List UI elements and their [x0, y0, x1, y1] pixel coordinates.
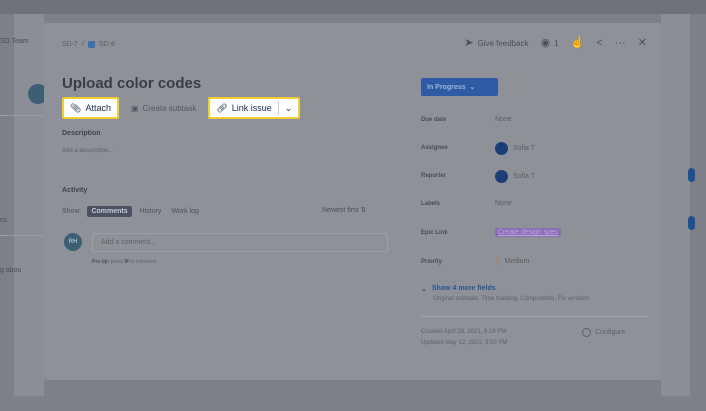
assignee-name: Sofia T	[513, 145, 536, 152]
link-issue-group: 🔗︎ Link issue ⌄	[208, 97, 301, 119]
pro-tip-suffix: to comment	[130, 259, 157, 265]
labels-value: None	[495, 200, 512, 207]
status-label: In Progress	[427, 83, 466, 91]
link-issue-button[interactable]: 🔗︎ Link issue	[210, 99, 277, 117]
avatar: RH	[64, 233, 82, 251]
field-label-epic-link: Epic Link	[421, 230, 448, 236]
field-label-reporter: Reporter	[421, 173, 447, 179]
megaphone-icon: ➤	[464, 37, 474, 49]
attach-button[interactable]: 📎︎ Attach	[62, 97, 119, 119]
more-icon[interactable]: ···	[615, 38, 626, 49]
pro-tip-prefix: Pro tip:	[92, 259, 110, 265]
field-value-priority[interactable]: ↑ Medium	[495, 256, 529, 266]
link-issue-label: Link issue	[231, 103, 272, 113]
eye-icon: ◉	[540, 37, 551, 49]
avatar	[495, 170, 508, 183]
field-value-assignee[interactable]: Sofia T	[495, 142, 535, 155]
show-more-label: Show 4 more fields	[431, 285, 496, 292]
issue-dates: Created April 28, 2021, 6:16 PM Updated …	[421, 327, 507, 349]
breadcrumb-issue[interactable]: SD-8	[99, 41, 115, 48]
watch-button[interactable]: ◉ 1	[541, 38, 559, 49]
activity-filter: Show: Comments History Work log	[62, 206, 201, 217]
avatar	[495, 142, 508, 155]
tab-history[interactable]: History	[138, 206, 164, 217]
chevron-down-icon: ⌄	[469, 84, 476, 91]
epic-link[interactable]: Create design spec	[495, 228, 562, 237]
pro-tip-press: press	[110, 259, 124, 265]
field-label-assignee: Assignee	[421, 145, 448, 151]
due-date-value: None	[495, 116, 512, 123]
bg-sidebar-label: ns	[0, 217, 8, 224]
issue-toolbar: 📎︎ Attach ▣ Create subtask 🔗︎ Link issue…	[62, 97, 301, 119]
app-right-panel	[661, 14, 690, 396]
field-label-due-date: Due date	[421, 117, 447, 123]
app-left-panel	[14, 14, 44, 396]
show-more-fields[interactable]: ⌄ Show 4 more fields	[421, 285, 496, 293]
tab-comments[interactable]: Comments	[87, 206, 132, 217]
app-top-bar	[0, 0, 706, 14]
attach-label: Attach	[85, 103, 111, 113]
breadcrumb: SD-7 / SD-8	[62, 41, 115, 48]
configure-button[interactable]: Configure	[582, 328, 625, 337]
issue-title[interactable]: Upload color codes	[62, 75, 201, 92]
breadcrumb-separator: /	[81, 41, 84, 48]
watch-count: 1	[554, 39, 559, 48]
comment-input[interactable]: Add a comment...	[92, 233, 388, 252]
sort-toggle[interactable]: Newest first ⇅	[322, 206, 366, 214]
field-value-reporter[interactable]: Sofia T	[495, 170, 535, 183]
modal-top-actions: ➤ Give feedback ◉ 1 ☝ < ··· ✕	[464, 38, 647, 49]
field-label-priority: Priority	[421, 259, 443, 265]
bg-sidebar-label: SD Team	[0, 38, 29, 45]
thumbs-up-icon[interactable]: ☝	[571, 38, 585, 49]
bg-divider	[0, 115, 44, 116]
description-heading: Description	[62, 130, 101, 137]
create-subtask-label: Create subtask	[142, 103, 197, 113]
description-placeholder[interactable]: Add a description...	[62, 148, 113, 154]
chevron-down-icon[interactable]: ⌄	[279, 103, 299, 114]
chevron-down-icon: ⌄	[421, 286, 427, 293]
link-icon: 🔗︎	[216, 102, 228, 113]
created-date: Created April 28, 2021, 6:16 PM	[421, 329, 507, 335]
show-label: Show:	[62, 208, 82, 215]
gear-icon	[582, 328, 591, 337]
divider	[421, 316, 647, 317]
more-fields-list: Original estimate, Time tracking, Compon…	[433, 296, 590, 302]
priority-value: Medium	[504, 257, 530, 265]
paperclip-icon: 📎︎	[70, 102, 82, 113]
give-feedback-label: Give feedback	[477, 39, 529, 48]
status-dropdown[interactable]: In Progress ⌄	[421, 78, 498, 96]
share-icon[interactable]: <	[596, 38, 602, 49]
field-label-labels: Labels	[421, 201, 441, 207]
pro-tip: Pro tip: press M to comment	[92, 259, 156, 265]
issue-modal: SD-7 / SD-8 ➤ Give feedback ◉ 1 ☝ < ··· …	[44, 23, 661, 380]
bg-sidebar-label: g abou	[0, 267, 22, 274]
bg-divider	[0, 235, 44, 236]
give-feedback-button[interactable]: ➤ Give feedback	[464, 38, 528, 49]
field-value-labels[interactable]: None	[495, 200, 512, 207]
configure-label: Configure	[595, 329, 626, 336]
field-value-due-date[interactable]: None	[495, 116, 512, 123]
field-value-epic-link[interactable]: Create design spec	[495, 228, 562, 237]
pro-tip-key: M	[124, 259, 129, 265]
create-subtask-button[interactable]: ▣ Create subtask	[127, 97, 200, 119]
reporter-name: Sofia T	[513, 173, 536, 180]
tab-work-log[interactable]: Work log	[169, 206, 201, 217]
activity-heading: Activity	[62, 187, 88, 194]
bg-indicator	[688, 168, 695, 182]
task-type-icon	[87, 41, 95, 48]
bg-indicator	[688, 216, 695, 230]
subtask-icon: ▣	[130, 103, 139, 113]
priority-arrow-icon: ↑	[495, 256, 500, 266]
breadcrumb-parent[interactable]: SD-7	[62, 41, 78, 48]
close-icon[interactable]: ✕	[638, 38, 647, 49]
updated-date: Updated May 12, 2021, 3:00 PM	[421, 340, 508, 346]
